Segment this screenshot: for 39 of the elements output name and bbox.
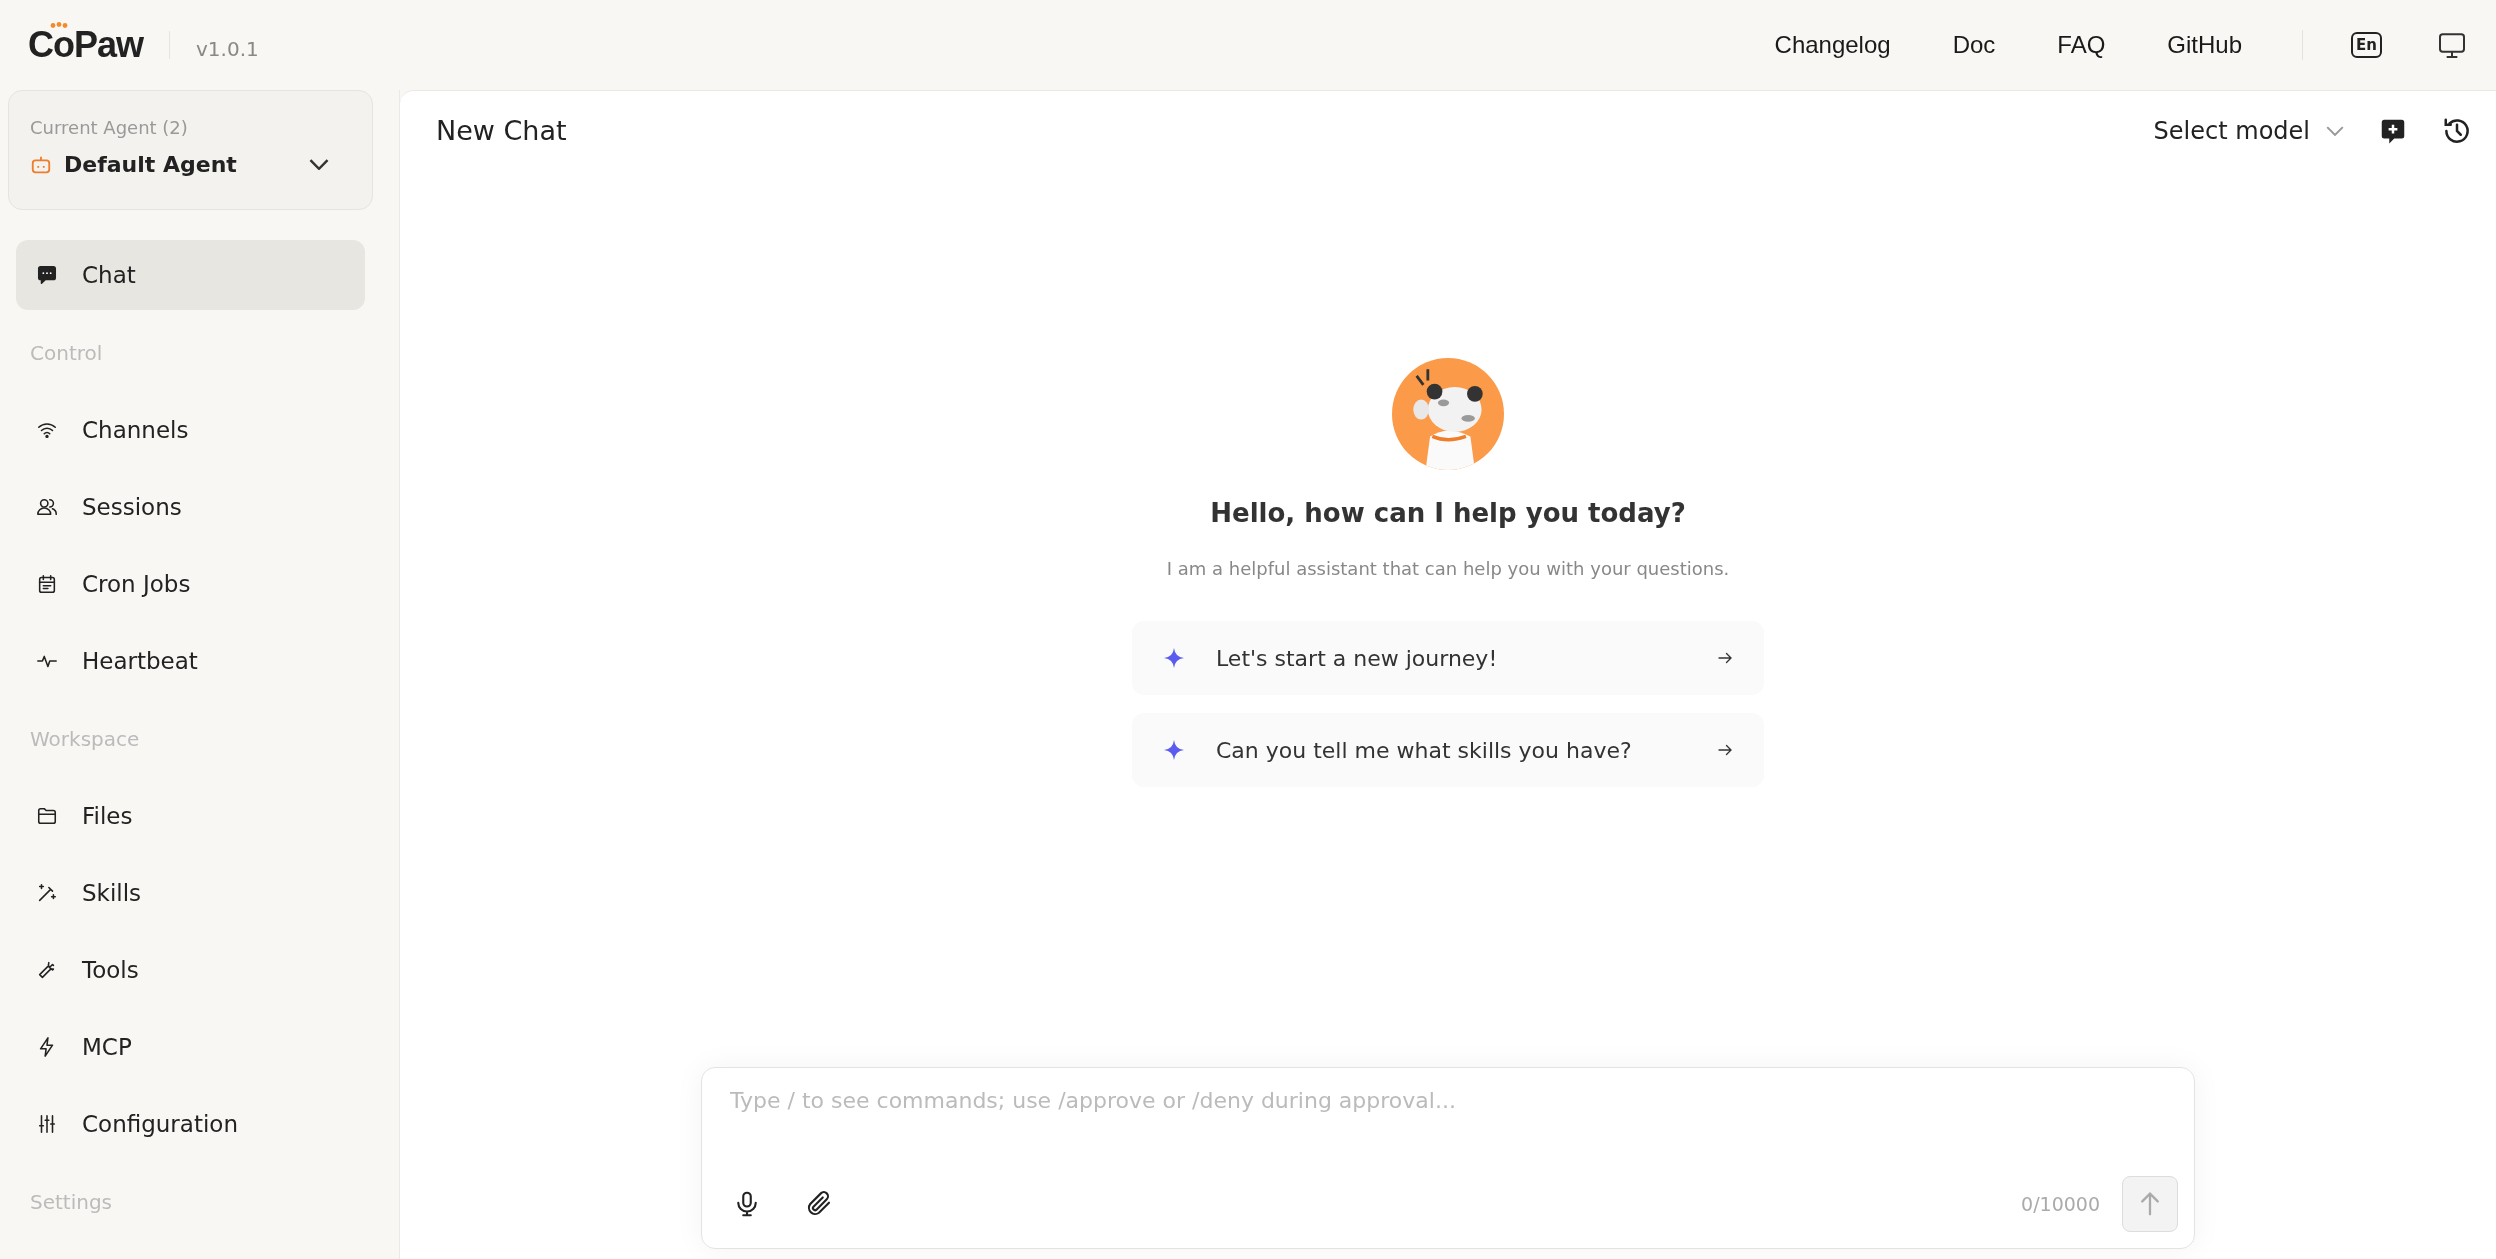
suggestion-button[interactable]: Can you tell me what skills you have? [1132, 713, 1764, 787]
section-label: Workspace [29, 726, 141, 753]
folder-icon [36, 805, 58, 827]
chevron-down-icon [309, 159, 329, 170]
nav-item[interactable]: Cron Jobs [16, 549, 365, 619]
nav-item[interactable]: Sessions [16, 472, 365, 542]
nav-item[interactable]: Chat [16, 240, 365, 310]
agent-name: Default Agent [64, 152, 238, 177]
chat-title: New Chat [436, 115, 567, 146]
header-link[interactable]: Changelog [1774, 31, 1891, 59]
chat-bubble-icon [36, 264, 58, 286]
chevron-down-icon [2326, 125, 2344, 136]
language-toggle[interactable]: En [2351, 32, 2382, 58]
suggestion-button[interactable]: Let's start a new journey! [1132, 621, 1764, 695]
model-select[interactable]: Select model [2153, 116, 2344, 145]
nav-item[interactable]: Channels [16, 395, 365, 465]
section-label: Control [29, 340, 104, 367]
greeting-heading: Hello, how can I help you today? [1210, 498, 1686, 528]
nav-item[interactable]: MCP [16, 1012, 365, 1082]
agent-label: Current Agent (2) [30, 117, 189, 138]
section-label: Settings [29, 1189, 114, 1216]
nav-item[interactable]: Configuration [16, 1089, 365, 1159]
nav-item[interactable]: Skills [16, 858, 365, 928]
nav-item[interactable]: Files [16, 781, 365, 851]
sliders-icon [36, 1113, 58, 1135]
nav-item[interactable]: Heartbeat [16, 626, 365, 696]
arrow-up-icon [2141, 1192, 2159, 1216]
character-counter: 0/10000 [2021, 1193, 2100, 1215]
header-link[interactable]: Doc [1952, 31, 1996, 59]
header-link[interactable]: GitHub [2167, 31, 2243, 59]
logo[interactable]: CoPaw [28, 24, 144, 66]
calendar-icon [36, 573, 58, 595]
people-icon [36, 496, 58, 518]
nav-item[interactable]: Tools [16, 935, 365, 1005]
agent-selector[interactable]: Current Agent (2) Default Agent [8, 90, 373, 210]
greeting-subtitle: I am a helpful assistant that can help you with your questions. [1166, 558, 1730, 579]
magic-wand-icon [36, 882, 58, 904]
version-label: v1.0.1 [196, 37, 259, 61]
header-link[interactable]: FAQ [2057, 31, 2106, 59]
